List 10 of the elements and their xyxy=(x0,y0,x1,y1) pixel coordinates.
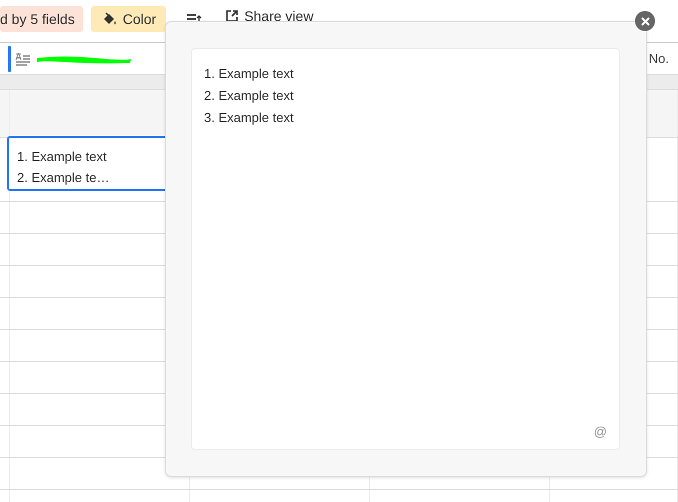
long-text-editor[interactable]: 1. Example text 2. Example text 3. Example text xyxy=(204,63,607,129)
column-header[interactable]: No. xyxy=(648,51,669,66)
color-button[interactable]: Color xyxy=(90,6,166,32)
group-button[interactable]: d by 5 fields xyxy=(0,6,83,32)
close-button[interactable] xyxy=(635,11,655,31)
share-icon xyxy=(226,10,238,22)
share-view-button[interactable]: Share view xyxy=(220,8,320,28)
text-field-icon xyxy=(15,52,31,66)
close-icon xyxy=(640,16,650,26)
column-selection-bar xyxy=(8,46,11,72)
